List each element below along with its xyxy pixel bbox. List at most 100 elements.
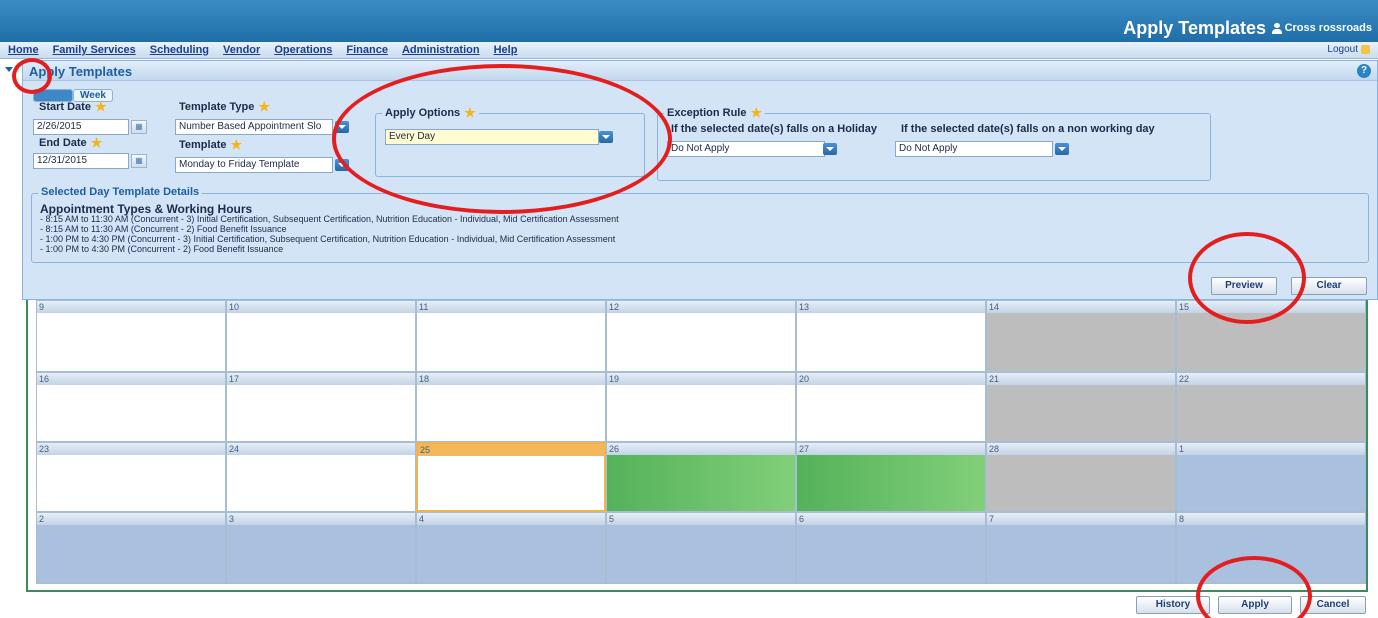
holiday-dropdown-icon[interactable] [823, 143, 837, 155]
user-info: Cross rossroads [1271, 22, 1372, 34]
template-type-dropdown-icon[interactable] [335, 121, 349, 133]
calendar-day-body [37, 385, 225, 441]
preview-button[interactable]: Preview [1211, 277, 1277, 295]
clear-button[interactable]: Clear [1291, 277, 1367, 295]
history-button[interactable]: History [1136, 596, 1210, 614]
required-star-icon: ★ [750, 105, 763, 120]
calendar-day-number: 10 [227, 301, 415, 313]
end-date-input[interactable]: 12/31/2015 [33, 153, 129, 169]
template-type-select[interactable]: Number Based Appointment Slo [175, 119, 333, 135]
user-name: Cross rossroads [1284, 22, 1372, 34]
title-bar: Apply Templates Cross rossroads [0, 0, 1378, 42]
calendar-day-cell[interactable]: 19 [606, 372, 796, 442]
help-icon[interactable]: ? [1357, 64, 1371, 78]
logout-link[interactable]: Logout [1327, 44, 1370, 55]
calendar-day-number: 27 [797, 443, 985, 455]
calendar-day-cell[interactable]: 3 [226, 512, 416, 584]
apply-button[interactable]: Apply [1218, 596, 1292, 614]
panel-header: Apply Templates ? [5, 61, 1377, 81]
template-select[interactable]: Monday to Friday Template [175, 157, 333, 173]
calendar-day-number: 17 [227, 373, 415, 385]
nonworking-select[interactable]: Do Not Apply [895, 141, 1053, 157]
menu-item-home[interactable]: Home [8, 44, 39, 56]
calendar-day-number: 20 [797, 373, 985, 385]
calendar-day-number: 6 [797, 513, 985, 525]
menu-item-help[interactable]: Help [494, 44, 518, 56]
calendar-day-cell[interactable]: 4 [416, 512, 606, 584]
end-date-label: End Date ★ [39, 135, 103, 150]
main-menu: Home Family Services Scheduling Vendor O… [8, 44, 517, 56]
nonworking-dropdown-icon[interactable] [1055, 143, 1069, 155]
calendar-day-body [1177, 455, 1365, 511]
template-dropdown-icon[interactable] [335, 159, 349, 171]
calendar-day-number: 8 [1177, 513, 1365, 525]
calendar-day-number: 26 [607, 443, 795, 455]
start-date-label-text: Start Date [39, 101, 91, 113]
cancel-button[interactable]: Cancel [1300, 596, 1366, 614]
calendar-day-cell[interactable]: 22 [1176, 372, 1366, 442]
calendar-day-number: 21 [987, 373, 1175, 385]
calendar-day-body [987, 455, 1175, 511]
apply-options-dropdown-icon[interactable] [599, 131, 613, 143]
calendar-day-number: 4 [417, 513, 605, 525]
start-date-calendar-icon[interactable]: ▦ [131, 120, 147, 134]
calendar-day-cell[interactable]: 28 [986, 442, 1176, 512]
calendar-day-cell[interactable]: 6 [796, 512, 986, 584]
user-icon [1271, 22, 1282, 34]
calendar-day-cell[interactable]: 8 [1176, 512, 1366, 584]
logout-label: Logout [1327, 44, 1358, 55]
calendar-day-cell[interactable]: 17 [226, 372, 416, 442]
calendar-day-cell[interactable]: 20 [796, 372, 986, 442]
calendar-day-cell[interactable]: 10 [226, 300, 416, 372]
calendar-day-cell[interactable]: 1 [1176, 442, 1366, 512]
calendar-day-cell[interactable]: 25 [416, 442, 606, 512]
calendar-day-cell[interactable]: 24 [226, 442, 416, 512]
calendar-day-cell[interactable]: 9 [36, 300, 226, 372]
calendar-day-cell[interactable]: 5 [606, 512, 796, 584]
menu-item-family-services[interactable]: Family Services [53, 44, 136, 56]
holiday-select[interactable]: Do Not Apply [667, 141, 825, 157]
calendar-day-number: 9 [37, 301, 225, 313]
list-item: - 1:00 PM to 4:30 PM (Concurrent - 2) Fo… [40, 244, 284, 254]
start-date-input[interactable]: 2/26/2015 [33, 119, 129, 135]
apply-options-select[interactable]: Every Day [385, 129, 599, 145]
page-title: Apply Templates [1123, 18, 1266, 38]
calendar-day-cell[interactable]: 16 [36, 372, 226, 442]
calendar-day-cell[interactable]: 7 [986, 512, 1176, 584]
calendar-day-cell[interactable]: 23 [36, 442, 226, 512]
menu-item-finance[interactable]: Finance [346, 44, 388, 56]
calendar-grid: 9 10 11 12 13 14 15 16 17 18 19 20 21 22 23 24 25 26 27 28 1… [36, 300, 1366, 584]
calendar-day-number: 14 [987, 301, 1175, 313]
apply-templates-panel: Apply Templates ? Day Week Start Date ★ … [5, 60, 1378, 300]
end-date-calendar-icon[interactable]: ▦ [131, 154, 147, 168]
template-label: Template ★ [179, 137, 243, 152]
calendar-day-cell[interactable]: 18 [416, 372, 606, 442]
calendar-day-cell[interactable]: 14 [986, 300, 1176, 372]
required-star-icon: ★ [90, 135, 103, 150]
menu-item-administration[interactable]: Administration [402, 44, 480, 56]
calendar-day-body [37, 313, 225, 371]
required-star-icon: ★ [230, 137, 243, 152]
menu-item-vendor[interactable]: Vendor [223, 44, 260, 56]
calendar-day-number: 23 [37, 443, 225, 455]
template-details-legend: Selected Day Template Details [38, 186, 203, 198]
panel-title: Apply Templates [29, 64, 133, 79]
template-type-label-text: Template Type [179, 101, 255, 113]
calendar-day-cell[interactable]: 13 [796, 300, 986, 372]
calendar-day-body [797, 525, 985, 583]
calendar-day-cell[interactable]: 21 [986, 372, 1176, 442]
menu-item-operations[interactable]: Operations [274, 44, 332, 56]
menu-item-scheduling[interactable]: Scheduling [150, 44, 209, 56]
calendar-day-cell[interactable]: 26 [606, 442, 796, 512]
collapse-arrow-icon[interactable] [5, 67, 13, 72]
calendar-day-cell[interactable]: 11 [416, 300, 606, 372]
calendar-day-cell[interactable]: 27 [796, 442, 986, 512]
exception-rule-legend: Exception Rule ★ [664, 105, 765, 120]
calendar-day-cell[interactable]: 15 [1176, 300, 1366, 372]
start-date-label: Start Date ★ [39, 100, 107, 113]
calendar-day-cell[interactable]: 2 [36, 512, 226, 584]
calendar-day-cell[interactable]: 12 [606, 300, 796, 372]
working-hours-list: - 8:15 AM to 11:30 AM (Concurrent - 3) I… [40, 214, 619, 254]
app-window: Apply Templates Cross rossroads Home Fam… [0, 0, 1378, 618]
calendar-day-number: 3 [227, 513, 415, 525]
